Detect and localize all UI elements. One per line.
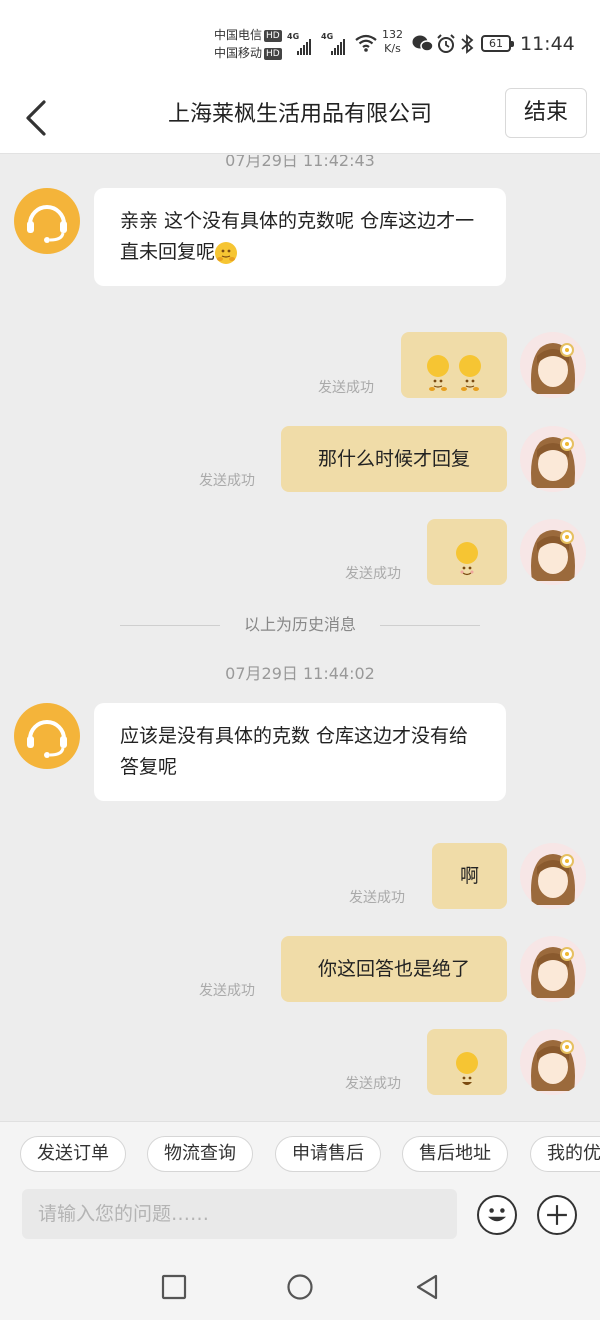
carrier-1: 中国电信 <box>214 28 263 42</box>
emoji-icon[interactable] <box>477 1195 517 1235</box>
hug-emoji-icon <box>459 354 482 391</box>
user-avatar[interactable] <box>520 426 586 492</box>
user-avatar[interactable] <box>520 936 586 1002</box>
send-status: 发送成功 <box>199 473 255 489</box>
quick-my-coupons[interactable]: 我的优 <box>530 1136 600 1172</box>
bluetooth-icon <box>461 34 474 54</box>
send-status: 发送成功 <box>349 890 405 906</box>
clock: 11:44 <box>520 33 575 55</box>
recent-apps-icon[interactable] <box>160 1273 188 1301</box>
chat-area[interactable]: 07月29日 11:42:43 亲亲 这个没有具体的克数呢 仓库这边才一直未回复… <box>0 155 600 1121</box>
message-input[interactable] <box>22 1189 457 1239</box>
quick-after-sale[interactable]: 申请售后 <box>275 1136 381 1172</box>
network-speed: 132 K/s <box>382 28 403 55</box>
send-status: 发送成功 <box>318 380 374 396</box>
shop-title: 上海莱枫生活用品有限公司 <box>167 102 432 127</box>
end-chat-button[interactable]: 结束 <box>505 88 587 138</box>
grin-emoji-icon <box>456 1051 478 1085</box>
timestamp: 07月29日 11:44:02 <box>225 664 375 683</box>
status-bar: 中国电信 HD 中国移动 HD 4G 4G 132 K/s 61 11:44 <box>0 0 600 82</box>
carrier-info: 中国电信 HD 中国移动 HD <box>214 26 282 62</box>
wifi-icon <box>355 34 377 52</box>
hd-badge: HD <box>264 29 282 42</box>
my-message-bubble[interactable] <box>401 332 507 398</box>
back-icon[interactable] <box>413 1273 441 1301</box>
quick-send-order[interactable]: 发送订单 <box>20 1136 126 1172</box>
battery-icon: 61 <box>481 35 514 52</box>
alarm-icon <box>437 34 455 53</box>
agent-avatar[interactable] <box>14 703 80 769</box>
send-status: 发送成功 <box>199 983 255 999</box>
my-message-bubble[interactable]: 你这回答也是绝了 <box>281 936 507 1002</box>
carrier-2: 中国移动 <box>214 46 263 60</box>
headset-icon <box>27 205 67 243</box>
quick-return-address[interactable]: 售后地址 <box>402 1136 508 1172</box>
smile-emoji-icon <box>456 541 478 575</box>
agent-message-bubble[interactable]: 亲亲 这个没有具体的克数呢 仓库这边才一直未回复呢 <box>94 188 506 286</box>
my-message-bubble[interactable] <box>427 1029 507 1095</box>
hug-emoji-icon <box>426 354 449 391</box>
agent-message-bubble[interactable]: 应该是没有具体的克数 仓库这边才没有给答复呢 <box>94 703 506 801</box>
timestamp: 07月29日 11:42:43 <box>225 155 375 170</box>
chat-header: 上海莱枫生活用品有限公司 结束 <box>0 82 600 154</box>
signal-2-icon: 4G <box>321 32 351 55</box>
user-avatar[interactable] <box>520 1029 586 1095</box>
user-avatar[interactable] <box>520 843 586 909</box>
my-message-bubble[interactable]: 啊 <box>432 843 507 909</box>
history-divider: 以上为历史消息 <box>0 610 600 640</box>
headset-icon <box>27 720 67 758</box>
wechat-icon <box>412 35 434 52</box>
my-message-bubble[interactable] <box>427 519 507 585</box>
input-panel: 发送订单 物流查询 申请售后 售后地址 我的优 <box>0 1121 600 1253</box>
agent-avatar[interactable] <box>14 188 80 254</box>
user-avatar[interactable] <box>520 519 586 585</box>
system-nav-bar <box>0 1253 600 1320</box>
hug-emoji-icon <box>215 241 238 264</box>
send-status: 发送成功 <box>345 1076 401 1092</box>
back-arrow-icon[interactable] <box>18 92 58 140</box>
user-avatar[interactable] <box>520 332 586 398</box>
signal-1-icon: 4G <box>287 32 317 55</box>
quick-logistics[interactable]: 物流查询 <box>147 1136 253 1172</box>
send-status: 发送成功 <box>345 566 401 582</box>
add-icon[interactable] <box>537 1195 577 1235</box>
hd-badge: HD <box>264 47 282 60</box>
home-icon[interactable] <box>286 1273 314 1301</box>
my-message-bubble[interactable]: 那什么时候才回复 <box>281 426 507 492</box>
